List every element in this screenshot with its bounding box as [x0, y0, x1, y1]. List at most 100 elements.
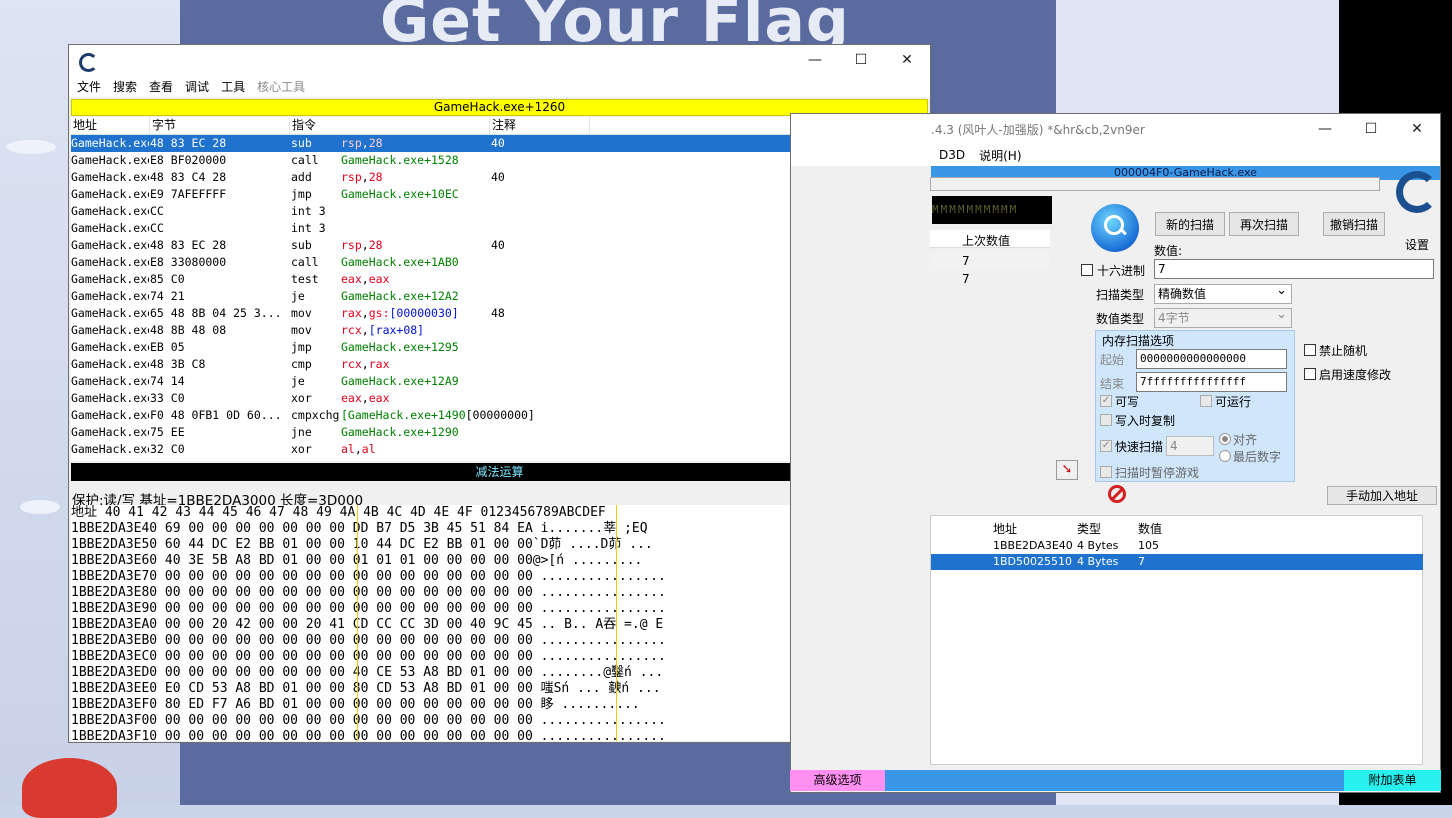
address-list-col-address[interactable]: 地址: [993, 519, 1017, 539]
hex-row[interactable]: 1BBE2DA3E70 00 00 00 00 00 00 00 00 00 0…: [71, 569, 912, 585]
column-bytes[interactable]: 字节: [150, 117, 290, 134]
menu-file[interactable]: 文件: [71, 78, 107, 95]
disassembly-row[interactable]: GameHack.exe+127448 83 EC 28 sub rsp,28 40: [71, 237, 912, 254]
hex-row[interactable]: 1BBE2DA3E60 40 3E 5B A8 BD 01 00 00 01 0…: [71, 553, 912, 569]
disassembly-row[interactable]: GameHack.exe+12A232 C0 xor al,al: [71, 441, 912, 458]
new-scan-button[interactable]: 新的扫描: [1155, 212, 1225, 236]
column-opcode[interactable]: 指令: [290, 117, 490, 134]
menu-debug[interactable]: 调试: [179, 78, 215, 95]
start-address-input[interactable]: 0000000000000000: [1136, 349, 1287, 369]
address-list-col-value[interactable]: 数值: [1138, 519, 1162, 539]
fast-scan-checkbox[interactable]: ✓: [1100, 440, 1112, 452]
address-list-row[interactable]: 1BD50025510 4 Bytes 7: [931, 554, 1423, 570]
advanced-options-button[interactable]: 高级选项: [790, 770, 885, 791]
disassembly-row[interactable]: GameHack.exe+126948 83 C4 28 add rsp,28 40: [71, 169, 912, 186]
writable-checkbox[interactable]: ✓: [1100, 395, 1112, 407]
fast-scan-label: 快速扫描: [1115, 440, 1164, 454]
disassembler-list[interactable]: GameHack.exe+126048 83 EC 28subrsp,2840G…: [71, 135, 912, 461]
hex-view[interactable]: 地址 40 41 42 43 44 45 46 47 48 49 4A 4B 4…: [71, 505, 912, 741]
menu-tools[interactable]: 工具: [215, 78, 251, 95]
disassembly-row[interactable]: GameHack.exe+128165 48 8B 04 25 3... mov r…: [71, 305, 912, 322]
hex-checkbox[interactable]: [1081, 264, 1093, 276]
operand: GameHack.exe+1AB0: [341, 255, 459, 269]
disassembly-row[interactable]: GameHack.exe+1264E8 BF020000 call GameHack…: [71, 152, 912, 169]
fast-scan-input[interactable]: 4: [1166, 436, 1214, 456]
found-list-row[interactable]: 7: [930, 252, 1050, 270]
menu-help[interactable]: 说明(H): [979, 147, 1035, 164]
address-list-col-type[interactable]: 类型: [1077, 519, 1101, 539]
disassembly-row[interactable]: GameHack.exe+127F74 21 je GameHack.exe+12A…: [71, 288, 912, 305]
executable-label: 可运行: [1215, 395, 1252, 409]
operand: [00000000]: [465, 408, 535, 422]
disassembly-row[interactable]: GameHack.exe+128EEB 05 jmp GameHack.exe+12…: [71, 339, 912, 356]
hex-row[interactable]: 1BBE2DA3E40 69 00 00 00 00 00 00 00 DD B…: [71, 521, 912, 537]
hex-row[interactable]: 1BBE2DA3EB0 00 00 00 00 00 00 00 00 00 0…: [71, 633, 912, 649]
disassembly-row[interactable]: GameHack.exe+1273CC int 3: [71, 220, 912, 237]
pause-game-checkbox[interactable]: [1100, 466, 1112, 478]
disassembly-row[interactable]: GameHack.exe+126048 83 EC 28 sub rsp,28 40: [71, 135, 912, 152]
stop-icon[interactable]: [1108, 485, 1126, 503]
close-button[interactable]: ✕: [884, 45, 930, 75]
cheat-engine-bottom-bar: 高级选项 附加表单: [790, 770, 1441, 791]
menu-search[interactable]: 搜索: [107, 78, 143, 95]
hex-row[interactable]: 1BBE2DA3E50 60 44 DC E2 BB 01 00 00 10 4…: [71, 537, 912, 553]
maximize-button[interactable]: ☐: [838, 45, 884, 75]
align-radio[interactable]: [1219, 433, 1231, 445]
menu-kernel-tools[interactable]: 核心工具: [251, 78, 311, 95]
table-extras-button[interactable]: 附加表单: [1344, 770, 1441, 791]
value-type-select[interactable]: 4字节: [1154, 306, 1292, 328]
hex-row[interactable]: 1BBE2DA3EF0 80 ED F7 A6 BD 01 00 00 00 0…: [71, 697, 912, 713]
maximize-button[interactable]: ☐: [1348, 114, 1394, 144]
cheat-engine-menubar: D3D 说明(H): [791, 144, 1440, 166]
menu-view[interactable]: 查看: [143, 78, 179, 95]
scan-type-select[interactable]: 精确数值: [1154, 282, 1292, 304]
row-bytes: 85 C0: [150, 272, 185, 286]
memory-viewer-titlebar: — ☐ ✕: [69, 45, 930, 75]
disassembly-row[interactable]: GameHack.exe+12A075 EE jne GameHack.exe+12…: [71, 424, 912, 441]
disassembly-row[interactable]: GameHack.exe+129374 14 je GameHack.exe+12A…: [71, 373, 912, 390]
address-list[interactable]: 地址 类型 数值 1BBE2DA3E40 4 Bytes 105 1BD5002…: [930, 515, 1423, 765]
entry-value: 7: [1138, 555, 1145, 568]
add-to-list-arrow-icon[interactable]: ➘: [1056, 460, 1078, 480]
stop-address-input[interactable]: 7fffffffffffffff: [1136, 372, 1287, 392]
column-address[interactable]: 地址: [71, 117, 150, 134]
no-random-checkbox[interactable]: [1304, 344, 1316, 356]
settings-label[interactable]: 设置: [1405, 236, 1429, 253]
disassembly-row[interactable]: GameHack.exe+129048 3B C8 cmp rcx,rax: [71, 356, 912, 373]
close-button[interactable]: ✕: [1394, 114, 1440, 144]
hex-row[interactable]: 1BBE2DA3EC0 00 00 00 00 00 00 00 00 00 0…: [71, 649, 912, 665]
found-header-previous[interactable]: 上次数值: [962, 232, 1010, 249]
disassembly-row[interactable]: GameHack.exe+126DE9 7AFEFFFF jmp GameHack.…: [71, 186, 912, 203]
disassembly-row[interactable]: GameHack.exe+1272CC int 3: [71, 203, 912, 220]
copy-on-write-checkbox[interactable]: [1100, 414, 1112, 426]
found-list-row[interactable]: 7: [930, 270, 1050, 288]
menu-d3d[interactable]: D3D: [939, 148, 979, 162]
last-digits-radio[interactable]: [1219, 450, 1231, 462]
select-process-icon[interactable]: [1091, 204, 1139, 252]
column-comment[interactable]: 注释: [490, 117, 590, 134]
address-list-row[interactable]: 1BBE2DA3E40 4 Bytes 105: [931, 538, 1423, 554]
minimize-button[interactable]: —: [792, 45, 838, 75]
hex-row[interactable]: 1BBE2DA3F00 00 00 00 00 00 00 00 00 00 0…: [71, 713, 912, 729]
add-address-manually-button[interactable]: 手动加入地址: [1327, 486, 1437, 505]
disassembly-row[interactable]: GameHack.exe+1278E8 33080000 call GameHack…: [71, 254, 912, 271]
disassembly-row[interactable]: GameHack.exe+129533 C0 xor eax,eax: [71, 390, 912, 407]
disassembly-row[interactable]: GameHack.exe+128A48 8B 48 08 mov rcx,[rax+…: [71, 322, 912, 339]
disassembly-row[interactable]: GameHack.exe+1297F0 48 0FB1 0D 60... cmpx…: [71, 407, 912, 424]
cheat-engine-logo[interactable]: [1394, 165, 1440, 225]
minimize-button[interactable]: —: [1302, 114, 1348, 144]
hex-row[interactable]: 1BBE2DA3E80 00 00 00 00 00 00 00 00 00 0…: [71, 585, 912, 601]
value-input[interactable]: 7: [1154, 259, 1434, 279]
undo-scan-button[interactable]: 撤销扫描: [1323, 212, 1385, 236]
hex-row[interactable]: 1BBE2DA3F10 00 00 00 00 00 00 00 00 00 0…: [71, 729, 912, 741]
executable-checkbox[interactable]: [1200, 395, 1212, 407]
row-opcode: xor: [291, 442, 312, 456]
hex-row[interactable]: 1BBE2DA3EE0 E0 CD 53 A8 BD 01 00 00 80 C…: [71, 681, 912, 697]
speedhack-checkbox[interactable]: [1304, 368, 1316, 380]
disassembly-row[interactable]: GameHack.exe+127D85 C0 test eax,eax: [71, 271, 912, 288]
hex-row[interactable]: 1BBE2DA3ED0 00 00 00 00 00 00 00 00 40 C…: [71, 665, 912, 681]
next-scan-button[interactable]: 再次扫描: [1229, 212, 1299, 236]
hex-row[interactable]: 1BBE2DA3EA0 00 00 20 42 00 00 20 41 CD C…: [71, 617, 912, 633]
hex-row[interactable]: 1BBE2DA3E90 00 00 00 00 00 00 00 00 00 0…: [71, 601, 912, 617]
last-digits-label: 最后数字: [1233, 450, 1282, 464]
